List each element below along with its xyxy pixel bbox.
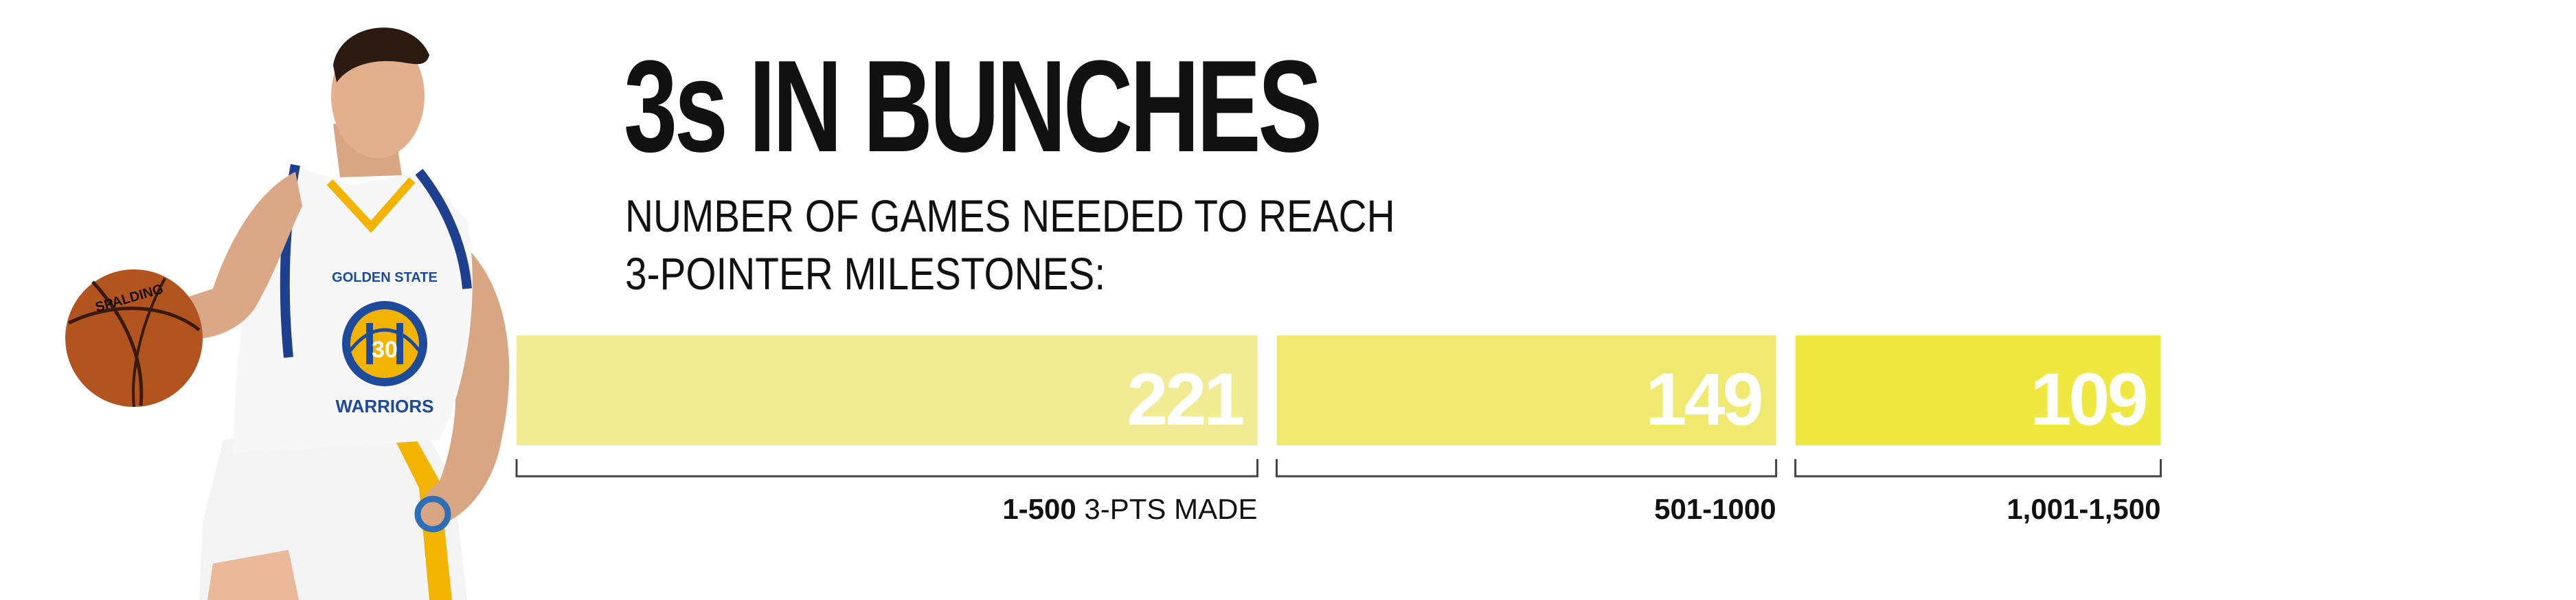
milestone-chart: 221 1-500 3-PTS MADE 149 501-1000 109 1,001-1…	[515, 335, 2162, 525]
category-label-1: 1-500 3-PTS MADE	[1002, 493, 1257, 525]
bar-value-label-3: 109	[2030, 357, 2146, 441]
range-bracket-1	[515, 459, 1258, 478]
range-bracket-3	[1794, 459, 2162, 478]
bar-value-label-1: 221	[1127, 357, 1243, 441]
category-label-3: 1,001-1,500	[2007, 493, 2160, 525]
bar-value-label-2: 149	[1645, 357, 1761, 441]
range-bracket-2	[1275, 459, 1778, 478]
category-label-2: 501-1000	[1654, 493, 1776, 525]
